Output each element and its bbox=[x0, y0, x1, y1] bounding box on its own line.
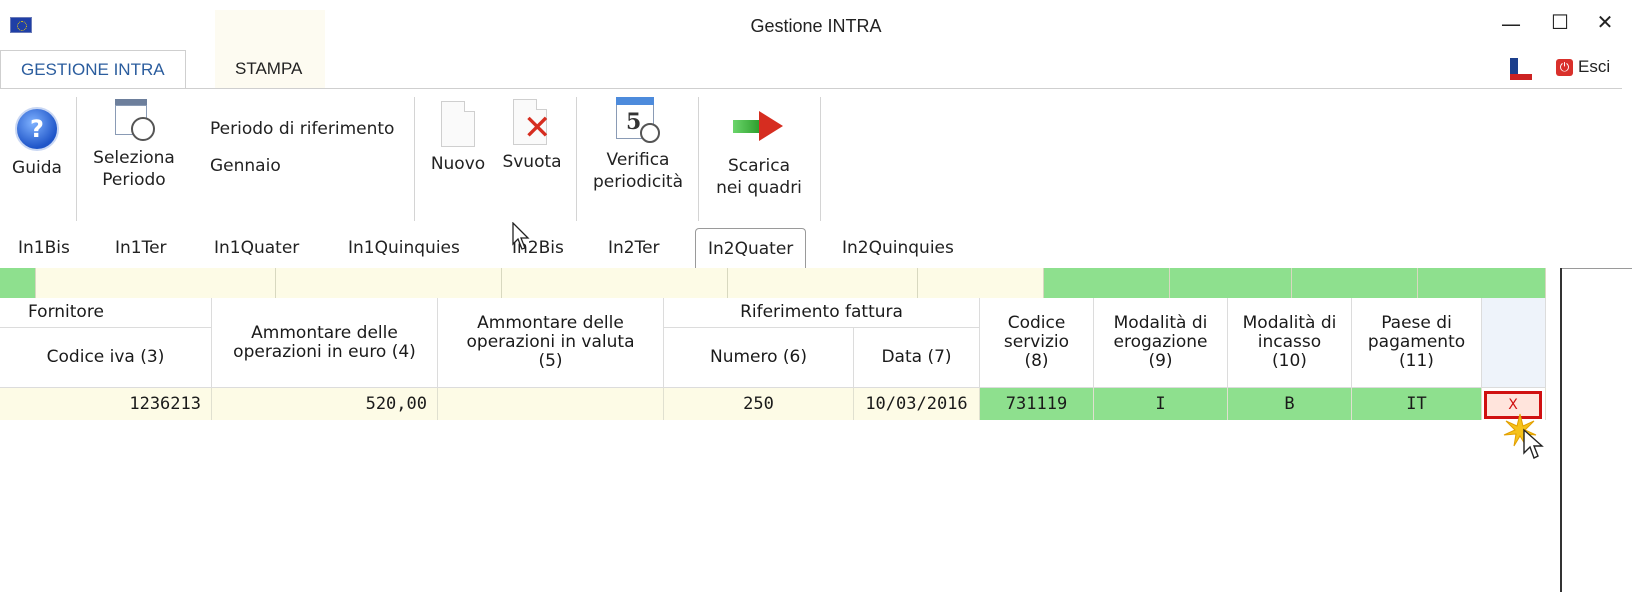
filter-cell[interactable] bbox=[728, 268, 918, 298]
exit-label: Esci bbox=[1578, 57, 1611, 76]
cell-ammontare-valuta[interactable] bbox=[438, 388, 664, 420]
tab-stampa[interactable]: STAMPA bbox=[215, 50, 322, 88]
cell-codice-iva[interactable]: 1236213 bbox=[0, 388, 212, 420]
header-data[interactable]: Data (7) bbox=[854, 328, 980, 388]
nuovo-label: Nuovo bbox=[430, 154, 486, 174]
tab-in2quater[interactable]: In2Quater bbox=[695, 228, 807, 270]
tab-in2ter[interactable]: In2Ter bbox=[608, 228, 660, 268]
header-delete-column bbox=[1482, 298, 1546, 388]
tab-in1quater[interactable]: In1Quater bbox=[214, 228, 299, 268]
header-paese-pagamento[interactable]: Paese di pagamento (11) bbox=[1352, 298, 1482, 388]
header-codice-servizio-line3: (8) bbox=[1024, 351, 1049, 371]
header-ammontare-valuta-line3: (5) bbox=[538, 351, 563, 371]
header-ammontare-valuta-line2: operazioni in valuta bbox=[466, 332, 635, 352]
mouse-cursor-icon bbox=[512, 222, 530, 250]
guida-label: Guida bbox=[12, 158, 62, 178]
header-ammontare-euro[interactable]: Ammontare delle operazioni in euro (4) bbox=[212, 298, 438, 388]
header-modalita-erogazione-line3: (9) bbox=[1148, 351, 1173, 371]
ribbon-tab-strip: GESTIONE INTRA STAMPA bbox=[0, 50, 1632, 89]
data-grid: Fornitore Codice iva (3) Ammontare delle… bbox=[0, 268, 1562, 592]
period-title: Periodo di riferimento bbox=[210, 119, 395, 139]
filter-cell[interactable] bbox=[276, 268, 502, 298]
language-flag-icon[interactable] bbox=[1510, 58, 1532, 80]
ribbon-toolbar: ? Guida Seleziona Periodo Periodo di rif… bbox=[0, 88, 1622, 229]
cell-modalita-incasso[interactable]: B bbox=[1228, 388, 1352, 420]
tab-gestione-intra[interactable]: GESTIONE INTRA bbox=[0, 50, 186, 89]
minimize-button[interactable]: — bbox=[1496, 12, 1526, 36]
header-modalita-erogazione-line1: Modalità di bbox=[1113, 313, 1208, 333]
separator bbox=[414, 97, 415, 221]
separator bbox=[76, 97, 77, 221]
cell-ammontare-euro[interactable]: 520,00 bbox=[212, 388, 438, 420]
filter-cell[interactable] bbox=[1044, 268, 1170, 298]
close-button[interactable]: ✕ bbox=[1590, 10, 1620, 34]
new-document-icon bbox=[441, 101, 475, 147]
tab-in1bis[interactable]: In1Bis bbox=[18, 228, 70, 268]
header-modalita-incasso[interactable]: Modalità di incasso (10) bbox=[1228, 298, 1352, 388]
guida-button[interactable]: ? Guida bbox=[6, 107, 68, 179]
header-modalita-erogazione-line2: erogazione bbox=[1113, 332, 1208, 352]
export-arrow-icon bbox=[733, 111, 785, 141]
separator bbox=[820, 97, 821, 221]
header-modalita-incasso-line3: (10) bbox=[1272, 351, 1307, 371]
nei-quadri-label: nei quadri bbox=[716, 178, 802, 198]
header-modalita-incasso-line2: incasso bbox=[1257, 332, 1322, 352]
filter-cell[interactable] bbox=[918, 268, 1044, 298]
filter-cell[interactable] bbox=[36, 268, 276, 298]
header-modalita-incasso-line1: Modalità di bbox=[1242, 313, 1337, 333]
header-codice-servizio[interactable]: Codice servizio (8) bbox=[980, 298, 1094, 388]
maximize-button[interactable]: ☐ bbox=[1545, 10, 1575, 34]
calendar-5-icon: 5 bbox=[616, 97, 660, 143]
filter-cell[interactable] bbox=[0, 268, 36, 298]
tab-in1quinquies[interactable]: In1Quinquies bbox=[348, 228, 460, 268]
header-codice-servizio-line1: Codice bbox=[1007, 313, 1066, 333]
tab-in1ter[interactable]: In1Ter bbox=[115, 228, 167, 268]
exit-button[interactable]: ⏻ Esci bbox=[1556, 52, 1610, 82]
header-fornitore: Fornitore bbox=[0, 298, 212, 328]
help-icon: ? bbox=[15, 107, 59, 151]
scarica-nei-quadri-button[interactable]: Scarica nei quadri bbox=[704, 111, 814, 199]
tab-in2quinquies[interactable]: In2Quinquies bbox=[842, 228, 954, 268]
header-ammontare-valuta[interactable]: Ammontare delle operazioni in valuta (5) bbox=[438, 298, 664, 388]
mouse-cursor-icon bbox=[1523, 428, 1544, 459]
header-codice-iva[interactable]: Codice iva (3) bbox=[0, 328, 212, 388]
cell-numero[interactable]: 250 bbox=[664, 388, 854, 420]
cell-paese-pagamento[interactable]: IT bbox=[1352, 388, 1482, 420]
filter-cell[interactable] bbox=[1418, 268, 1546, 298]
cell-modalita-erogazione[interactable]: I bbox=[1094, 388, 1228, 420]
header-ammontare-valuta-line1: Ammontare delle bbox=[477, 313, 624, 333]
clear-document-icon: ✕ bbox=[513, 99, 552, 145]
header-paese-pagamento-line1: Paese di bbox=[1381, 313, 1452, 333]
header-paese-pagamento-line2: pagamento bbox=[1367, 332, 1466, 352]
cell-data[interactable]: 10/03/2016 bbox=[854, 388, 980, 420]
periodo-label: Periodo bbox=[102, 170, 166, 190]
header-paese-pagamento-line3: (11) bbox=[1399, 351, 1434, 371]
verifica-label: Verifica bbox=[606, 150, 670, 170]
header-ammontare-euro-line1: Ammontare delle bbox=[251, 322, 398, 343]
quadro-tab-strip: In1Bis In1Ter In1Quater In1Quinquies In2… bbox=[0, 228, 1632, 270]
scarica-label: Scarica bbox=[727, 156, 791, 176]
filter-cell[interactable] bbox=[502, 268, 728, 298]
header-ammontare-euro-line2: operazioni in euro (4) bbox=[233, 341, 416, 362]
svuota-label: Svuota bbox=[502, 152, 562, 172]
header-numero[interactable]: Numero (6) bbox=[664, 328, 854, 388]
filter-cell[interactable] bbox=[1292, 268, 1418, 298]
header-riferimento-fattura: Riferimento fattura bbox=[664, 298, 980, 328]
cell-codice-servizio[interactable]: 731119 bbox=[980, 388, 1094, 420]
separator bbox=[576, 97, 577, 221]
separator bbox=[698, 97, 699, 221]
power-icon: ⏻ bbox=[1556, 59, 1573, 77]
seleziona-periodo-button[interactable]: Seleziona Periodo bbox=[84, 99, 184, 191]
header-modalita-erogazione[interactable]: Modalità di erogazione (9) bbox=[1094, 298, 1228, 388]
calendar-clock-icon bbox=[115, 99, 155, 141]
periodicita-label: periodicità bbox=[592, 172, 684, 192]
nuovo-button[interactable]: Nuovo bbox=[424, 101, 492, 175]
seleziona-label: Seleziona bbox=[93, 148, 175, 168]
svuota-button[interactable]: ✕ Svuota bbox=[494, 99, 570, 173]
verifica-periodicita-button[interactable]: 5 Verifica periodicità bbox=[584, 97, 692, 193]
filter-cell[interactable] bbox=[1170, 268, 1292, 298]
period-value: Gennaio bbox=[210, 156, 281, 176]
filter-row bbox=[0, 268, 1546, 298]
header-codice-servizio-line2: servizio bbox=[1003, 332, 1070, 352]
